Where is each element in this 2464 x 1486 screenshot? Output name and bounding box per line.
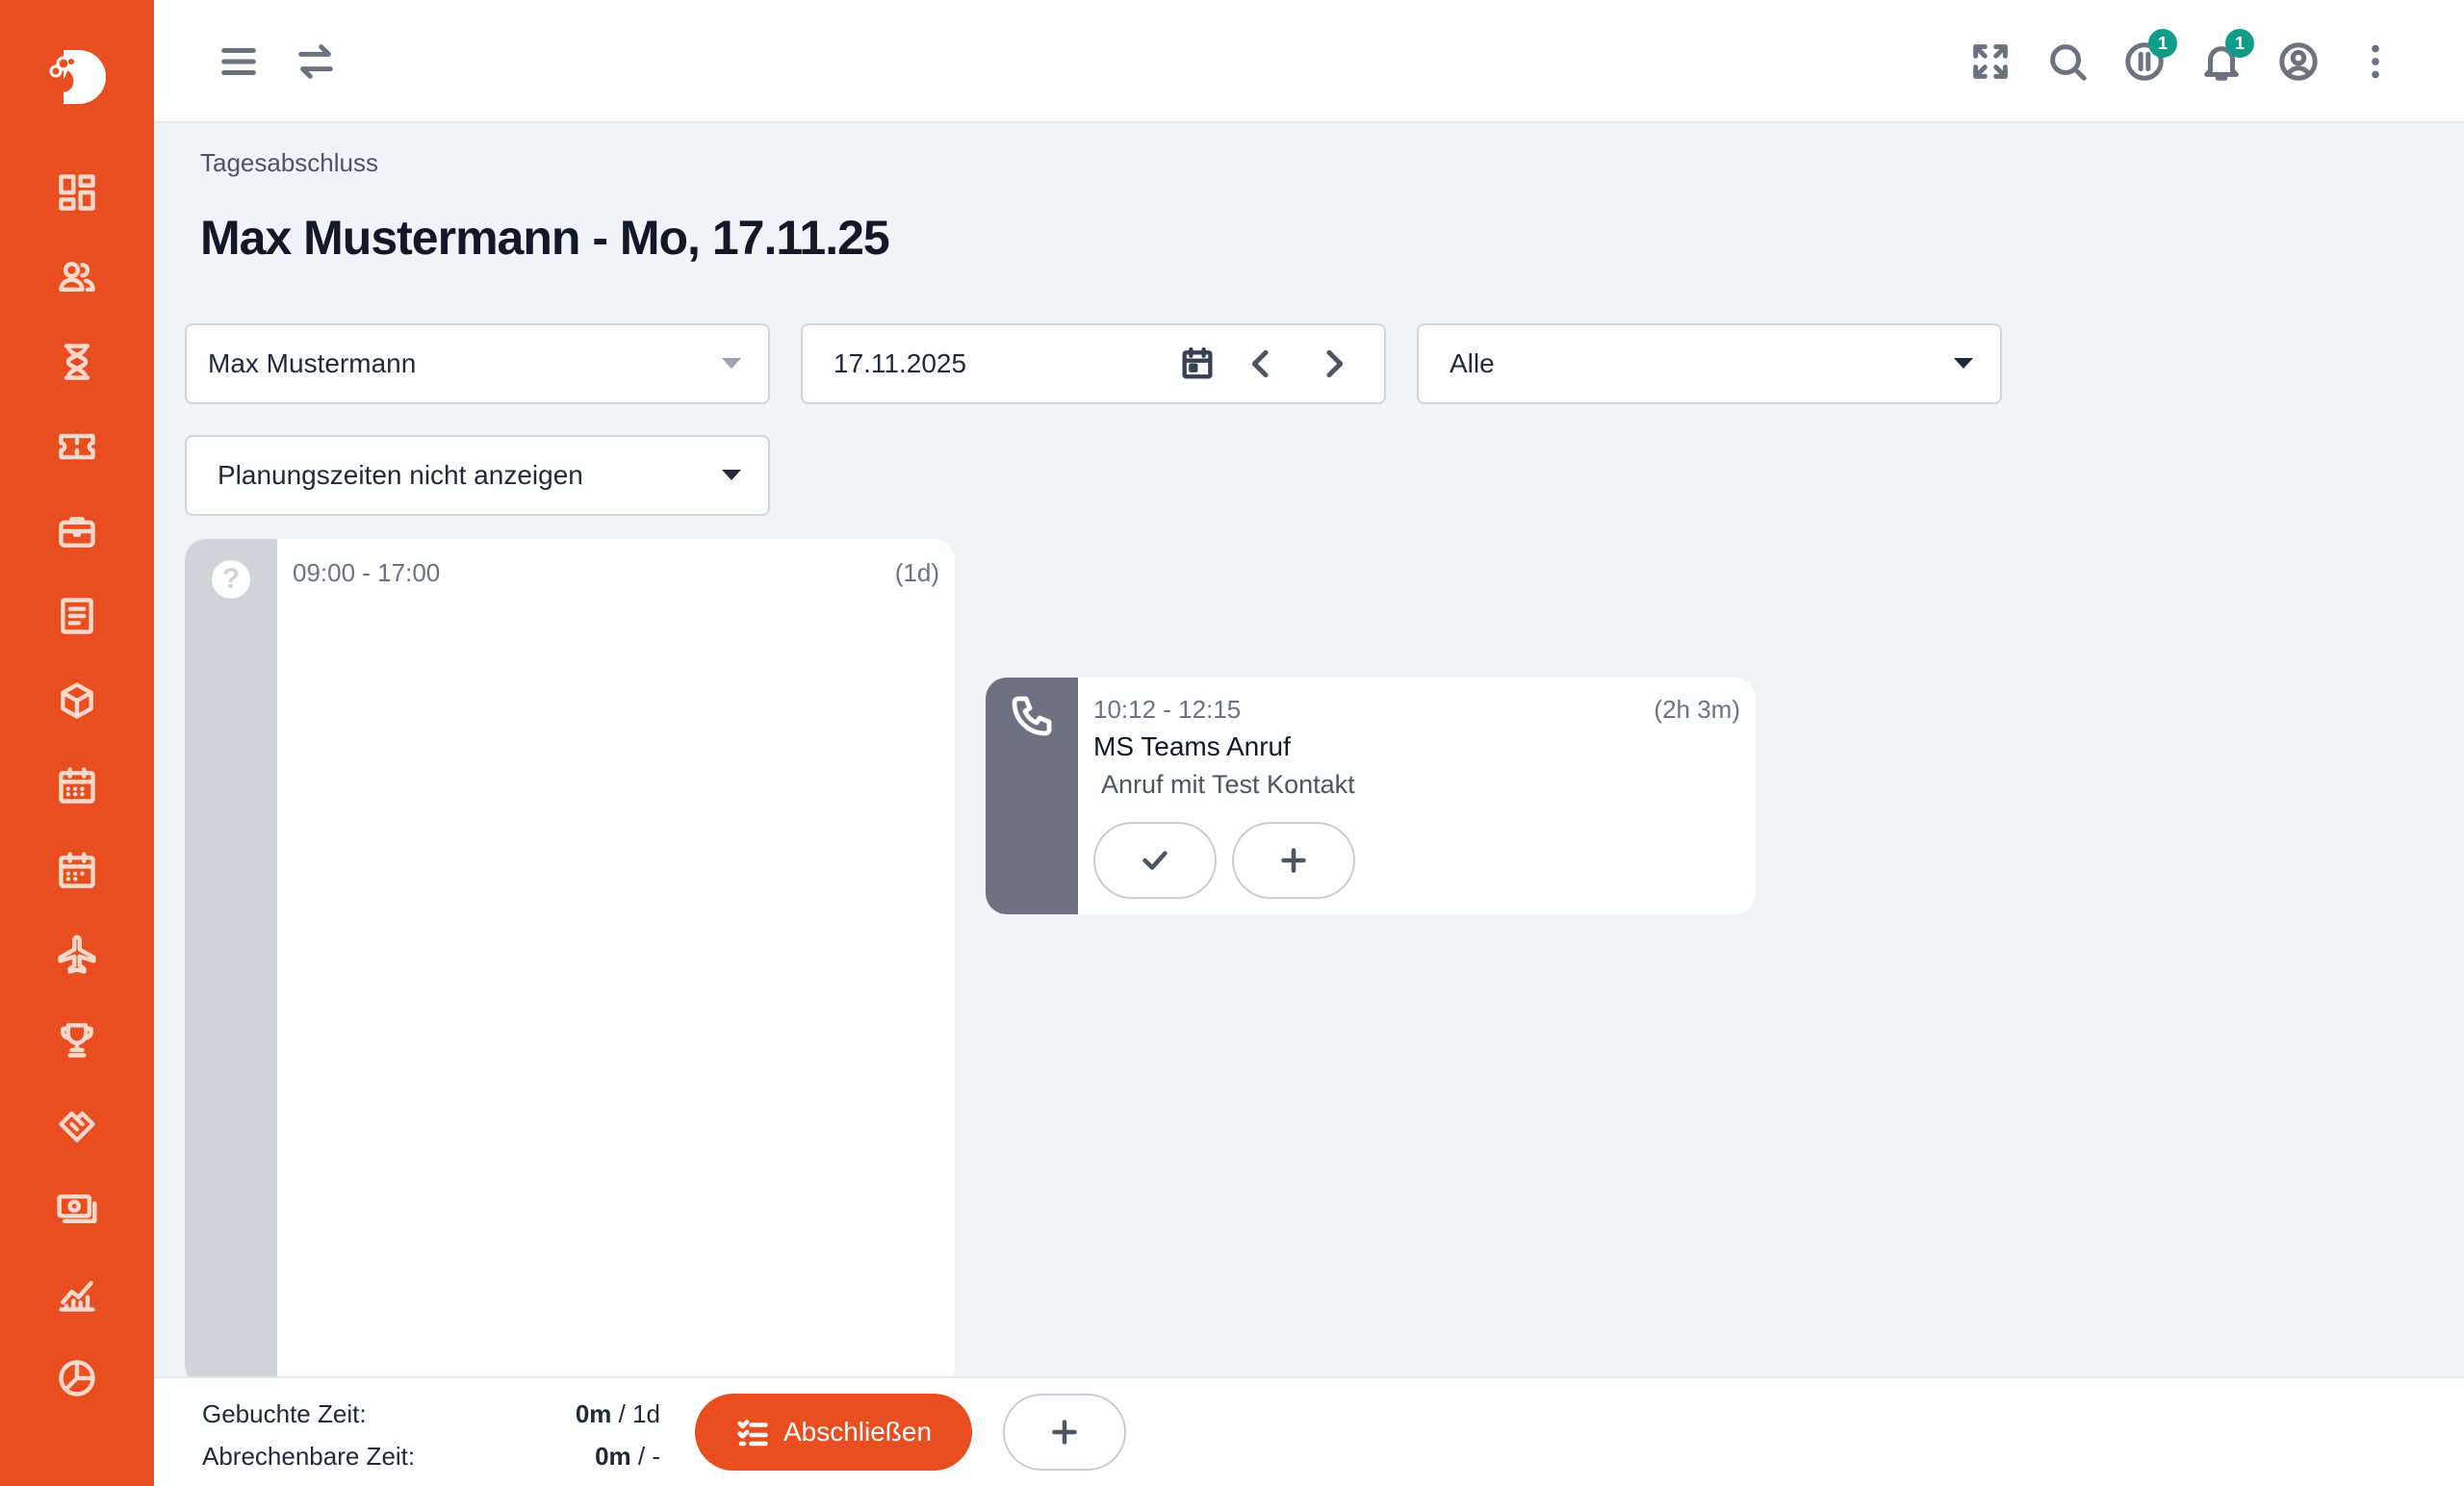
- fullscreen-icon[interactable]: [1964, 35, 2017, 89]
- chevron-down-icon: [722, 470, 741, 480]
- date-field-value: 17.11.2025: [834, 348, 967, 378]
- checklist-icon: [737, 1420, 768, 1447]
- page-title: Max Mustermann - Mo, 17.11.25: [200, 211, 890, 265]
- money-icon[interactable]: [54, 1186, 100, 1232]
- plus-icon: [1052, 1420, 1077, 1445]
- breadcrumb[interactable]: Tagesabschluss: [200, 148, 378, 178]
- user-account-icon[interactable]: [2272, 35, 2325, 89]
- package-icon[interactable]: [54, 678, 100, 724]
- planned-duration: (1d): [894, 558, 939, 587]
- ticket-icon[interactable]: [54, 423, 100, 470]
- booked-time-total: / 1d: [611, 1399, 660, 1428]
- check-icon: [1142, 851, 1168, 870]
- category-select[interactable]: Alle: [1417, 323, 2002, 404]
- category-select-value: Alle: [1450, 348, 1495, 378]
- airplane-icon[interactable]: [54, 932, 100, 978]
- more-vertical-icon[interactable]: [2348, 35, 2402, 89]
- planned-time-card[interactable]: ? 09:00 - 17:00 (1d): [185, 539, 955, 1386]
- help-icon: ?: [212, 560, 250, 599]
- calendar-icon[interactable]: [54, 762, 100, 808]
- planned-time-range: 09:00 - 17:00: [293, 558, 441, 587]
- card-strip: [986, 678, 1078, 914]
- footer-bar: Gebuchte Zeit: 0m / 1d Abrechenbare Zeit…: [154, 1376, 2464, 1486]
- calendar-picker-icon[interactable]: [1172, 339, 1222, 389]
- booked-time-amount: 0m: [575, 1399, 612, 1428]
- event-description: Anruf mit Test Kontakt: [1101, 770, 1355, 799]
- trophy-icon[interactable]: [54, 1016, 100, 1063]
- contacts-icon[interactable]: [54, 254, 100, 300]
- hourglass-icon[interactable]: [54, 339, 100, 385]
- app-logo[interactable]: [42, 42, 112, 112]
- document-icon[interactable]: [54, 593, 100, 639]
- card-strip: [185, 539, 277, 1386]
- plus-icon: [1281, 848, 1306, 873]
- next-day-icon[interactable]: [1309, 339, 1359, 389]
- search-icon[interactable]: [2040, 35, 2094, 89]
- booked-time-label: Gebuchte Zeit:: [202, 1399, 367, 1428]
- close-day-label: Abschließen: [783, 1417, 933, 1447]
- billable-time-total: / -: [630, 1442, 660, 1471]
- user-select-value: Max Mustermann: [208, 348, 417, 378]
- sidebar: [0, 0, 154, 1486]
- planning-select[interactable]: Planungszeiten nicht anzeigen: [185, 435, 770, 516]
- close-day-button[interactable]: Abschließen: [695, 1394, 972, 1471]
- dashboard-icon[interactable]: [54, 169, 100, 216]
- billable-time-amount: 0m: [595, 1442, 631, 1471]
- date-field[interactable]: 17.11.2025: [801, 323, 1386, 404]
- chevron-down-icon: [1954, 358, 1973, 369]
- menu-icon[interactable]: [212, 35, 266, 89]
- chevron-down-icon: [722, 358, 741, 369]
- top-bar: 1 1: [154, 0, 2464, 123]
- pie-chart-icon[interactable]: [54, 1355, 100, 1401]
- phone-icon: [1012, 696, 1052, 736]
- pause-timer-icon[interactable]: 1: [2118, 29, 2177, 89]
- event-card[interactable]: 10:12 - 12:15 (2h 3m) MS Teams Anruf Anr…: [986, 678, 1756, 914]
- add-entry-button[interactable]: [1003, 1394, 1126, 1471]
- pause-badge: 1: [2148, 29, 2177, 58]
- briefcase-icon[interactable]: [54, 508, 100, 554]
- billable-time-label: Abrechenbare Zeit:: [202, 1442, 416, 1471]
- bell-icon[interactable]: 1: [2194, 29, 2254, 89]
- booked-time-value: 0m / 1d: [468, 1399, 660, 1429]
- add-booking-button[interactable]: [1232, 822, 1355, 899]
- planning-select-value: Planungszeiten nicht anzeigen: [218, 460, 583, 490]
- billable-time-value: 0m / -: [468, 1442, 660, 1472]
- event-duration: (2h 3m): [1654, 695, 1740, 724]
- event-time-range: 10:12 - 12:15: [1093, 695, 1242, 724]
- previous-day-icon[interactable]: [1236, 339, 1286, 389]
- swap-icon[interactable]: [289, 35, 343, 89]
- handshake-icon[interactable]: [54, 1101, 100, 1147]
- confirm-event-button[interactable]: [1093, 822, 1217, 899]
- user-select[interactable]: Max Mustermann: [185, 323, 770, 404]
- chart-icon[interactable]: [54, 1270, 100, 1317]
- notification-badge: 1: [2225, 29, 2254, 58]
- event-title: MS Teams Anruf: [1093, 731, 1291, 761]
- calendar-alt-icon[interactable]: [54, 847, 100, 893]
